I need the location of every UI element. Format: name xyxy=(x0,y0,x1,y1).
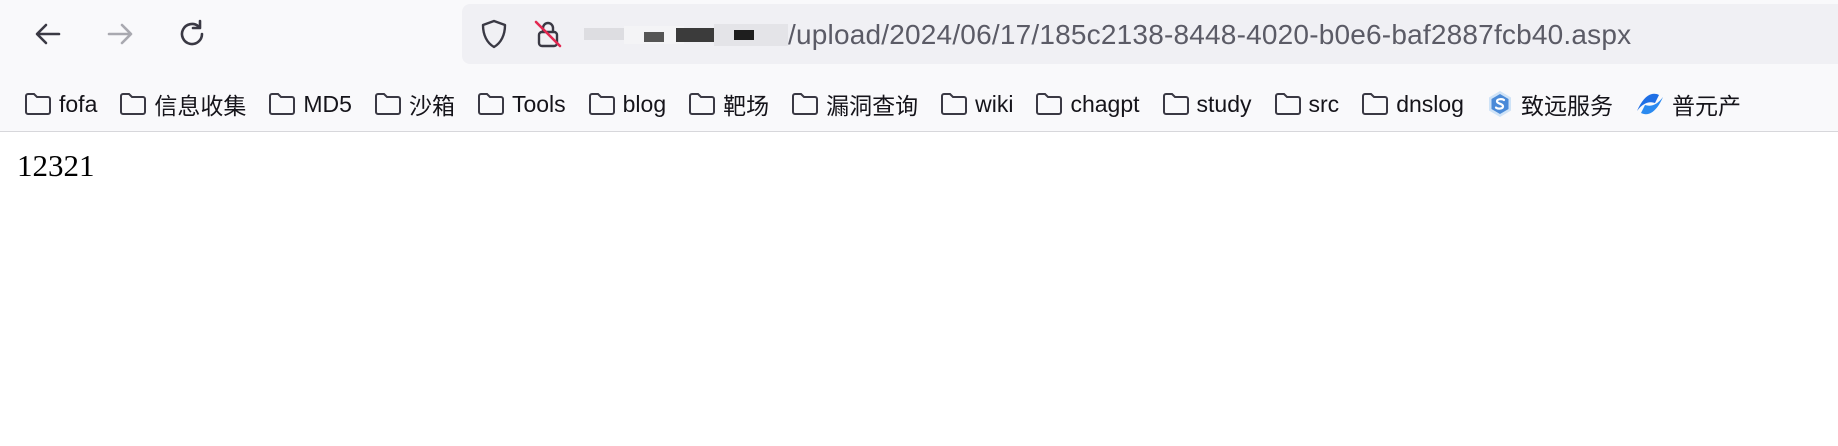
address-bar[interactable]: /upload/2024/06/17/185c2138-8448-4020-b0… xyxy=(462,4,1838,64)
folder-icon xyxy=(588,93,615,115)
seeyon-logo-icon xyxy=(1488,91,1511,117)
bookmark-label: src xyxy=(1308,90,1340,117)
folder-icon xyxy=(269,93,296,115)
bookmark-label: MD5 xyxy=(303,90,352,117)
bookmark-label: blog xyxy=(622,90,667,117)
bookmark-folder-chagpt[interactable]: chagpt xyxy=(1035,86,1140,122)
folder-icon xyxy=(1274,93,1301,115)
bookmark-label: wiki xyxy=(975,90,1014,117)
bookmark-label: 靶场 xyxy=(723,93,770,119)
folder-icon xyxy=(1362,93,1389,115)
folder-icon xyxy=(689,93,716,115)
bookmark-primeton[interactable]: 普元产 xyxy=(1635,86,1741,122)
folder-icon xyxy=(25,93,51,115)
forward-button[interactable] xyxy=(98,12,142,56)
bookmark-folder-fofa[interactable]: fofa xyxy=(24,86,97,122)
bookmark-folder-wiki[interactable]: wiki xyxy=(940,86,1013,122)
bookmark-folder-study[interactable]: study xyxy=(1162,86,1252,122)
bookmark-label: Tools xyxy=(511,90,566,117)
bookmark-label: chagpt xyxy=(1070,90,1140,117)
bookmark-folder-dnslog[interactable]: dnslog xyxy=(1361,86,1464,122)
page-body-text: 12321 xyxy=(17,148,95,183)
bookmark-folder-blog[interactable]: blog xyxy=(588,86,666,122)
bookmark-label: 信息收集 xyxy=(154,93,247,119)
url-text: /upload/2024/06/17/185c2138-8448-4020-b0… xyxy=(788,19,1632,50)
bookmark-folder-sandbox[interactable]: 沙箱 xyxy=(374,86,455,122)
bookmarks-toolbar: fofa 信息收集 MD5 沙箱 Tools blog 靶场 漏洞查询 wiki… xyxy=(0,84,1838,124)
folder-icon xyxy=(477,93,504,115)
back-button[interactable] xyxy=(26,12,70,56)
bookmark-label: dnslog xyxy=(1396,90,1464,117)
reload-icon xyxy=(180,19,204,46)
bookmark-label: fofa xyxy=(59,90,98,117)
browser-toolbar: /upload/2024/06/17/185c2138-8448-4020-b0… xyxy=(0,0,1838,132)
folder-icon xyxy=(1036,93,1063,115)
redacted-host xyxy=(584,24,788,46)
bookmark-folder-range[interactable]: 靶场 xyxy=(688,86,769,122)
bookmark-folder-src[interactable]: src xyxy=(1274,86,1340,122)
folder-icon xyxy=(1162,93,1189,115)
reload-button[interactable] xyxy=(170,12,214,56)
folder-icon xyxy=(792,93,819,115)
folder-icon xyxy=(374,93,401,115)
bookmark-seeyon[interactable]: 致远服务 xyxy=(1486,86,1613,122)
bookmark-folder-tools[interactable]: Tools xyxy=(477,86,566,122)
primeton-logo-icon xyxy=(1636,93,1663,115)
bookmark-label: study xyxy=(1196,90,1252,117)
bookmark-folder-vuln-lookup[interactable]: 漏洞查询 xyxy=(791,86,918,122)
arrow-left-icon xyxy=(35,23,61,45)
folder-icon xyxy=(941,93,968,115)
arrow-right-icon xyxy=(107,23,133,45)
folder-icon xyxy=(120,93,147,115)
insecure-lock-icon[interactable] xyxy=(532,18,564,50)
shield-icon[interactable] xyxy=(478,18,510,50)
bookmark-label: 致远服务 xyxy=(1520,93,1613,119)
bookmark-folder-md5[interactable]: MD5 xyxy=(268,86,352,122)
bookmark-label: 沙箱 xyxy=(408,93,455,119)
bookmark-label: 漏洞查询 xyxy=(826,93,919,119)
bookmark-label: 普元产 xyxy=(1671,93,1741,119)
bookmark-folder-info-gathering[interactable]: 信息收集 xyxy=(119,86,246,122)
